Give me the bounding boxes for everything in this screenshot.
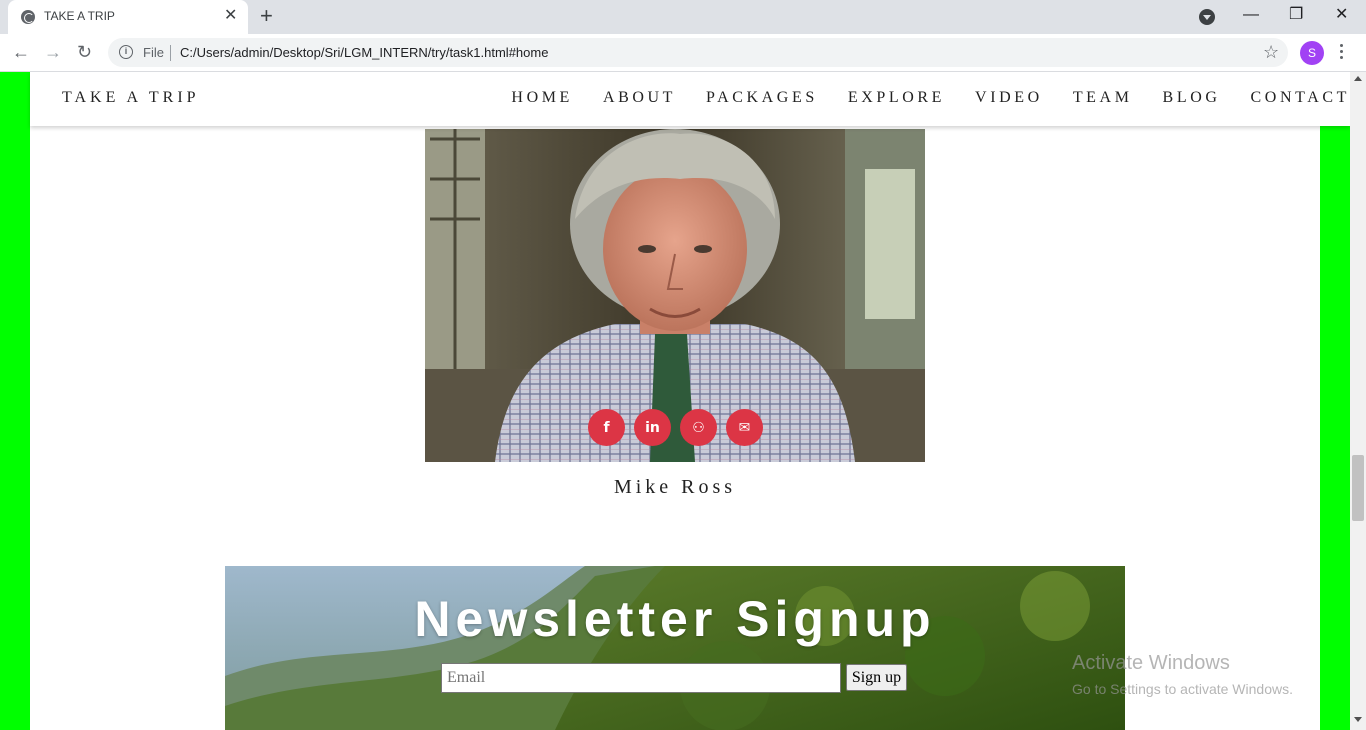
scroll-thumb[interactable]	[1352, 455, 1364, 521]
scroll-up-arrow-icon[interactable]	[1354, 76, 1362, 81]
forward-button[interactable]: →	[44, 41, 62, 63]
nav-link-home[interactable]: HOME	[511, 89, 573, 107]
nav-link-contact[interactable]: CONTACT	[1251, 89, 1350, 107]
tab-search-icon[interactable]	[1199, 9, 1215, 25]
newsletter-section: Newsletter Signup Sign up	[225, 566, 1125, 730]
sign-up-button[interactable]: Sign up	[846, 664, 907, 691]
nav-link-about[interactable]: ABOUT	[603, 89, 676, 107]
green-side-band-left	[0, 72, 30, 730]
page-viewport: TAKE A TRIP HOME ABOUT PACKAGES EXPLORE …	[0, 72, 1350, 730]
info-icon[interactable]: i	[119, 45, 133, 59]
tab-title: TAKE A TRIP	[44, 9, 115, 23]
nav-links: HOME ABOUT PACKAGES EXPLORE VIDEO TEAM B…	[481, 89, 1350, 107]
url-text[interactable]: C:/Users/admin/Desktop/Sri/LGM_INTERN/tr…	[180, 45, 548, 60]
restore-button[interactable]: ❐	[1289, 4, 1303, 26]
linkedin-icon[interactable]: in	[634, 409, 671, 446]
new-tab-button[interactable]: +	[260, 4, 273, 28]
browser-menu-icon[interactable]	[1340, 44, 1344, 62]
email-input[interactable]	[441, 663, 841, 693]
nav-link-video[interactable]: VIDEO	[975, 89, 1043, 107]
watermark-subtitle: Go to Settings to activate Windows.	[1072, 681, 1293, 697]
site-brand[interactable]: TAKE A TRIP	[62, 89, 200, 107]
nav-link-blog[interactable]: BLOG	[1163, 89, 1221, 107]
nav-link-team[interactable]: TEAM	[1073, 89, 1133, 107]
nav-link-packages[interactable]: PACKAGES	[706, 89, 818, 107]
facebook-icon[interactable]: f	[588, 409, 625, 446]
activate-windows-watermark: Activate Windows Go to Settings to activ…	[1072, 652, 1293, 697]
bookmark-star-icon[interactable]: ☆	[1263, 41, 1279, 63]
newsletter-title: Newsletter Signup	[414, 591, 936, 647]
reload-button[interactable]: ↻	[77, 41, 92, 63]
globe-icon	[21, 10, 35, 24]
file-label: File	[143, 45, 164, 60]
site-navbar: TAKE A TRIP HOME ABOUT PACKAGES EXPLORE …	[30, 72, 1350, 126]
nav-link-explore[interactable]: EXPLORE	[848, 89, 945, 107]
profile-avatar[interactable]: S	[1300, 41, 1324, 65]
social-links: f in ⚇ ✉	[588, 409, 772, 446]
browser-tab-strip: TAKE A TRIP ✕ + — ❐ ✕	[0, 0, 1366, 34]
tab-close-icon[interactable]: ✕	[224, 7, 237, 25]
minimize-button[interactable]: —	[1243, 4, 1259, 26]
browser-toolbar: ← → ↻ i File C:/Users/admin/Desktop/Sri/…	[0, 34, 1366, 72]
green-side-band-right	[1320, 72, 1350, 730]
github-icon[interactable]: ⚇	[680, 409, 717, 446]
page-scrollbar[interactable]	[1350, 72, 1366, 730]
envelope-icon[interactable]: ✉	[726, 409, 763, 446]
close-window-button[interactable]: ✕	[1335, 4, 1348, 26]
watermark-title: Activate Windows	[1072, 652, 1230, 674]
address-bar[interactable]: i File C:/Users/admin/Desktop/Sri/LGM_IN…	[108, 38, 1288, 67]
back-button[interactable]: ←	[12, 41, 30, 63]
omnibox-divider	[170, 45, 171, 61]
scroll-down-arrow-icon[interactable]	[1354, 717, 1362, 722]
browser-tab[interactable]: TAKE A TRIP ✕	[8, 0, 248, 34]
team-member-name: Mike Ross	[613, 476, 737, 498]
